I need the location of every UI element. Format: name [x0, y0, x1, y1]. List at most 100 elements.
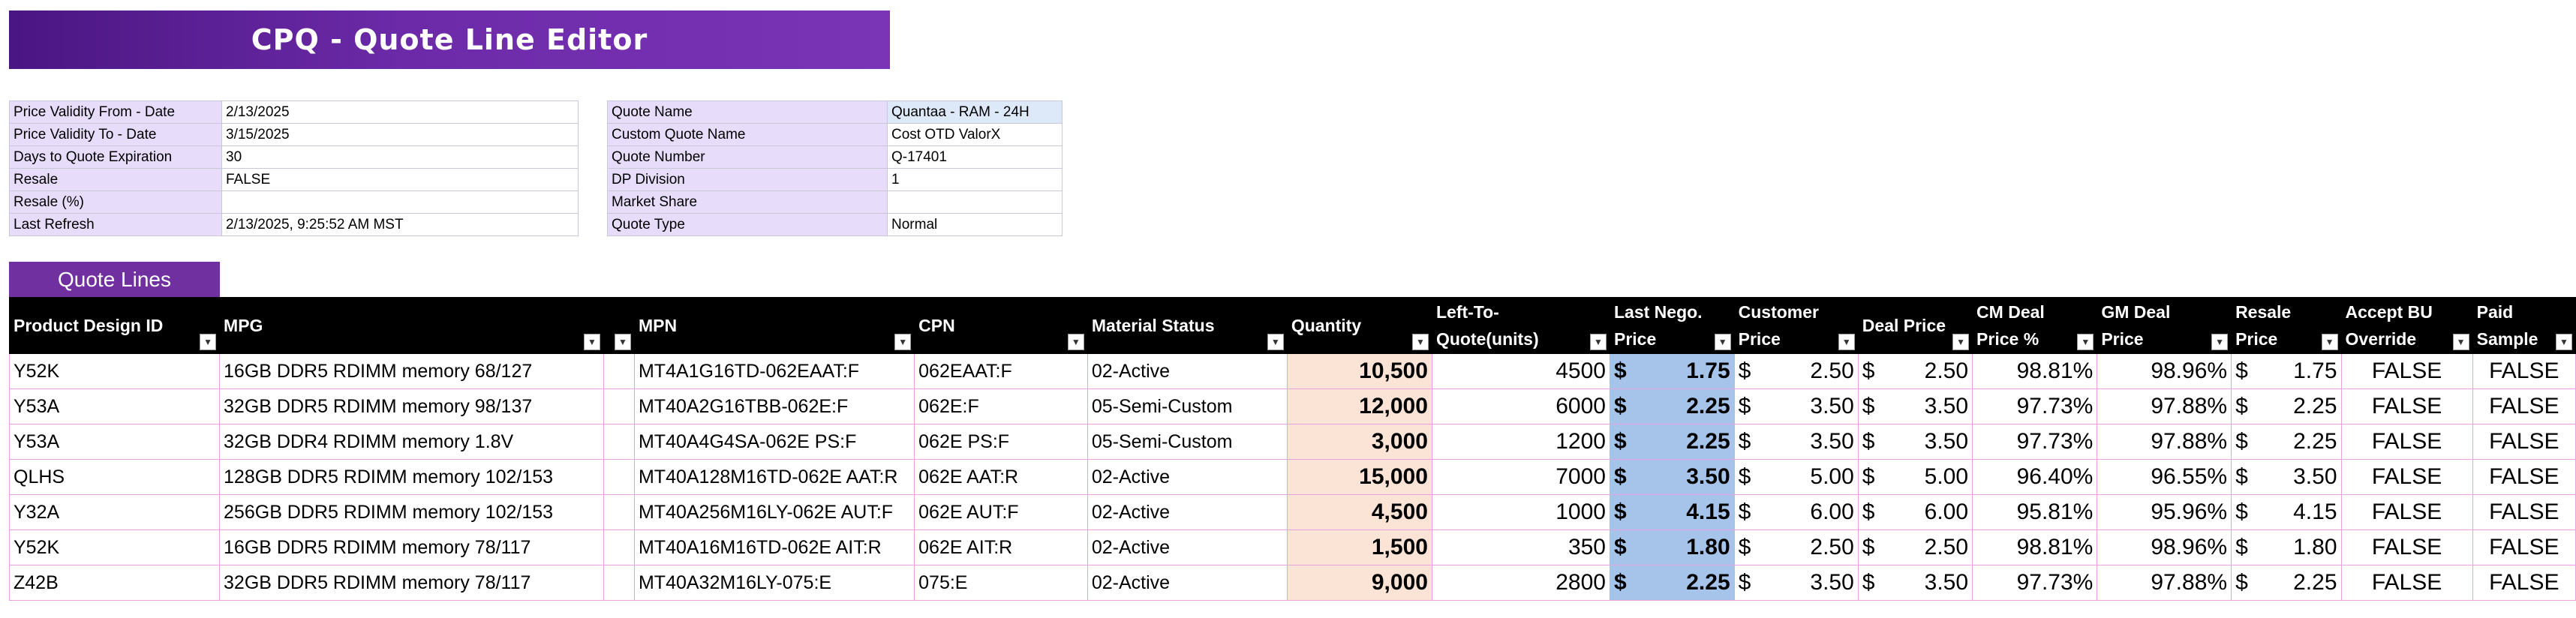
- table-row[interactable]: Y52K 16GB DDR5 RDIMM memory 68/127 MT4A1G1…: [8, 353, 2576, 389]
- cell-cust_price[interactable]: $2.50: [1733, 353, 1859, 389]
- cell-accept_bu[interactable]: FALSE: [2340, 424, 2473, 460]
- cell-cm_pct[interactable]: 97.73%: [1972, 565, 2098, 601]
- cell-qty[interactable]: 9,000: [1286, 565, 1432, 601]
- filter-dropdown-icon[interactable]: ▼: [1714, 334, 1731, 350]
- filter-dropdown-icon[interactable]: ▼: [2211, 334, 2229, 350]
- cell-last_nego[interactable]: $1.75: [1610, 353, 1735, 389]
- cell-cm_pct[interactable]: 98.81%: [1972, 530, 2098, 566]
- cell-deal_price[interactable]: $2.50: [1857, 530, 1973, 566]
- info-value[interactable]: FALSE: [221, 168, 579, 191]
- cell-cm_pct[interactable]: 97.73%: [1972, 388, 2098, 424]
- cell-pdid[interactable]: Y53A: [8, 388, 221, 424]
- table-row[interactable]: QLHS 128GB DDR5 RDIMM memory 102/153 MT40A…: [8, 459, 2576, 495]
- cell-cpn[interactable]: 062E AIT:R: [914, 530, 1088, 566]
- cell-mpg[interactable]: 16GB DDR5 RDIMM memory 78/117: [219, 530, 604, 566]
- filter-dropdown-icon[interactable]: ▼: [2077, 334, 2094, 350]
- cell-deal_price[interactable]: $3.50: [1857, 388, 1973, 424]
- cell-cust_price[interactable]: $3.50: [1733, 388, 1859, 424]
- filter-dropdown-icon[interactable]: ▼: [894, 334, 912, 350]
- info-value[interactable]: 1: [887, 168, 1063, 191]
- cell-cust_price[interactable]: $3.50: [1733, 424, 1859, 460]
- column-header[interactable]: Paid Sample ▼: [2472, 297, 2576, 354]
- cell-mpg[interactable]: 32GB DDR5 RDIMM memory 98/137: [219, 388, 604, 424]
- cell-deal_price[interactable]: $5.00: [1857, 459, 1973, 495]
- cell-ltq[interactable]: 4500: [1431, 353, 1611, 389]
- cell-ltq[interactable]: 2800: [1431, 565, 1611, 601]
- cell-qty[interactable]: 4,500: [1286, 494, 1432, 530]
- filter-dropdown-icon[interactable]: ▼: [2452, 334, 2469, 350]
- cell-paid_sample[interactable]: FALSE: [2472, 459, 2576, 495]
- cell-mpn[interactable]: MT4A1G16TD-062EAAT:F: [633, 353, 915, 389]
- info-value[interactable]: Q-17401: [887, 146, 1063, 169]
- column-header[interactable]: Resale Price ▼: [2231, 297, 2342, 354]
- table-row[interactable]: Y32A 256GB DDR5 RDIMM memory 102/153 MT40A…: [8, 494, 2576, 530]
- cell-last_nego[interactable]: $2.25: [1610, 388, 1735, 424]
- info-value[interactable]: [887, 190, 1063, 214]
- quote-lines-tab[interactable]: Quote Lines: [9, 262, 220, 297]
- cell-last_nego[interactable]: $2.25: [1610, 565, 1735, 601]
- cell-resale[interactable]: $2.25: [2231, 388, 2342, 424]
- column-header[interactable]: MPG ▼: [219, 297, 604, 354]
- cell-mpn[interactable]: MT40A4G4SA-062E PS:F: [633, 424, 915, 460]
- table-row[interactable]: Y52K 16GB DDR5 RDIMM memory 78/117 MT40A16…: [8, 530, 2576, 566]
- cell-status[interactable]: 02-Active: [1087, 353, 1288, 389]
- column-header[interactable]: Left-To- Quote(units) ▼: [1431, 297, 1611, 354]
- filter-dropdown-icon[interactable]: ▼: [1590, 334, 1607, 350]
- cell-deal_price[interactable]: $2.50: [1857, 353, 1973, 389]
- table-row[interactable]: Z42B 32GB DDR5 RDIMM memory 78/117 MT40A32…: [8, 565, 2576, 601]
- cell-paid_sample[interactable]: FALSE: [2472, 353, 2576, 389]
- cell-cpn[interactable]: 062E PS:F: [914, 424, 1088, 460]
- cell-status[interactable]: 02-Active: [1087, 494, 1288, 530]
- cell-status[interactable]: 05-Semi-Custom: [1087, 424, 1288, 460]
- cell-mpg[interactable]: 128GB DDR5 RDIMM memory 102/153: [219, 459, 604, 495]
- cell-gm_price[interactable]: 97.88%: [2097, 424, 2232, 460]
- cell-gm_price[interactable]: 96.55%: [2097, 459, 2232, 495]
- info-value[interactable]: 3/15/2025: [221, 123, 579, 146]
- cell-gm_price[interactable]: 97.88%: [2097, 565, 2232, 601]
- cell-paid_sample[interactable]: FALSE: [2472, 494, 2576, 530]
- cell-accept_bu[interactable]: FALSE: [2340, 459, 2473, 495]
- cell-deal_price[interactable]: $3.50: [1857, 565, 1973, 601]
- info-value[interactable]: Quantaa - RAM - 24H: [887, 100, 1063, 124]
- info-value[interactable]: [221, 190, 579, 214]
- table-row[interactable]: Y53A 32GB DDR4 RDIMM memory 1.8V MT40A4G4S…: [8, 424, 2576, 460]
- cell-resale[interactable]: $1.80: [2231, 530, 2342, 566]
- cell-paid_sample[interactable]: FALSE: [2472, 565, 2576, 601]
- cell-cpn[interactable]: 062EAAT:F: [914, 353, 1088, 389]
- cell-cpn[interactable]: 062E AAT:R: [914, 459, 1088, 495]
- cell-pdid[interactable]: Y52K: [8, 353, 221, 389]
- cell-cpn[interactable]: 062E:F: [914, 388, 1088, 424]
- info-value[interactable]: Cost OTD ValorX: [887, 123, 1063, 146]
- cell-cm_pct[interactable]: 97.73%: [1972, 424, 2098, 460]
- column-header[interactable]: Accept BU Override ▼: [2340, 297, 2473, 354]
- cell-qty[interactable]: 1,500: [1286, 530, 1432, 566]
- cell-deal_price[interactable]: $6.00: [1857, 494, 1973, 530]
- cell-last_nego[interactable]: $4.15: [1610, 494, 1735, 530]
- cell-status[interactable]: 05-Semi-Custom: [1087, 388, 1288, 424]
- filter-dropdown-icon[interactable]: ▼: [1952, 334, 1970, 350]
- filter-dropdown-icon[interactable]: ▼: [583, 334, 600, 350]
- cell-cm_pct[interactable]: 98.81%: [1972, 353, 2098, 389]
- cell-status[interactable]: 02-Active: [1087, 459, 1288, 495]
- cell-qty[interactable]: 12,000: [1286, 388, 1432, 424]
- info-value[interactable]: 30: [221, 146, 579, 169]
- cell-pdid[interactable]: QLHS: [8, 459, 221, 495]
- cell-cust_price[interactable]: $2.50: [1733, 530, 1859, 566]
- cell-qty[interactable]: 3,000: [1286, 424, 1432, 460]
- filter-dropdown-icon[interactable]: ▼: [2556, 334, 2572, 350]
- cell-mpn[interactable]: MT40A128M16TD-062E AAT:R: [633, 459, 915, 495]
- cell-paid_sample[interactable]: FALSE: [2472, 530, 2576, 566]
- column-header[interactable]: CPN ▼: [914, 297, 1088, 354]
- cell-status[interactable]: 02-Active: [1087, 530, 1288, 566]
- cell-mpg[interactable]: 32GB DDR4 RDIMM memory 1.8V: [219, 424, 604, 460]
- info-value[interactable]: 2/13/2025: [221, 100, 579, 124]
- cell-gm_price[interactable]: 98.96%: [2097, 530, 2232, 566]
- cell-accept_bu[interactable]: FALSE: [2340, 388, 2473, 424]
- column-header[interactable]: MPN ▼: [633, 297, 915, 354]
- cell-qty[interactable]: 15,000: [1286, 459, 1432, 495]
- cell-resale[interactable]: $3.50: [2231, 459, 2342, 495]
- column-header[interactable]: GM Deal Price ▼: [2097, 297, 2232, 354]
- cell-cm_pct[interactable]: 95.81%: [1972, 494, 2098, 530]
- filter-dropdown-icon[interactable]: ▼: [1267, 334, 1284, 350]
- cell-last_nego[interactable]: $2.25: [1610, 424, 1735, 460]
